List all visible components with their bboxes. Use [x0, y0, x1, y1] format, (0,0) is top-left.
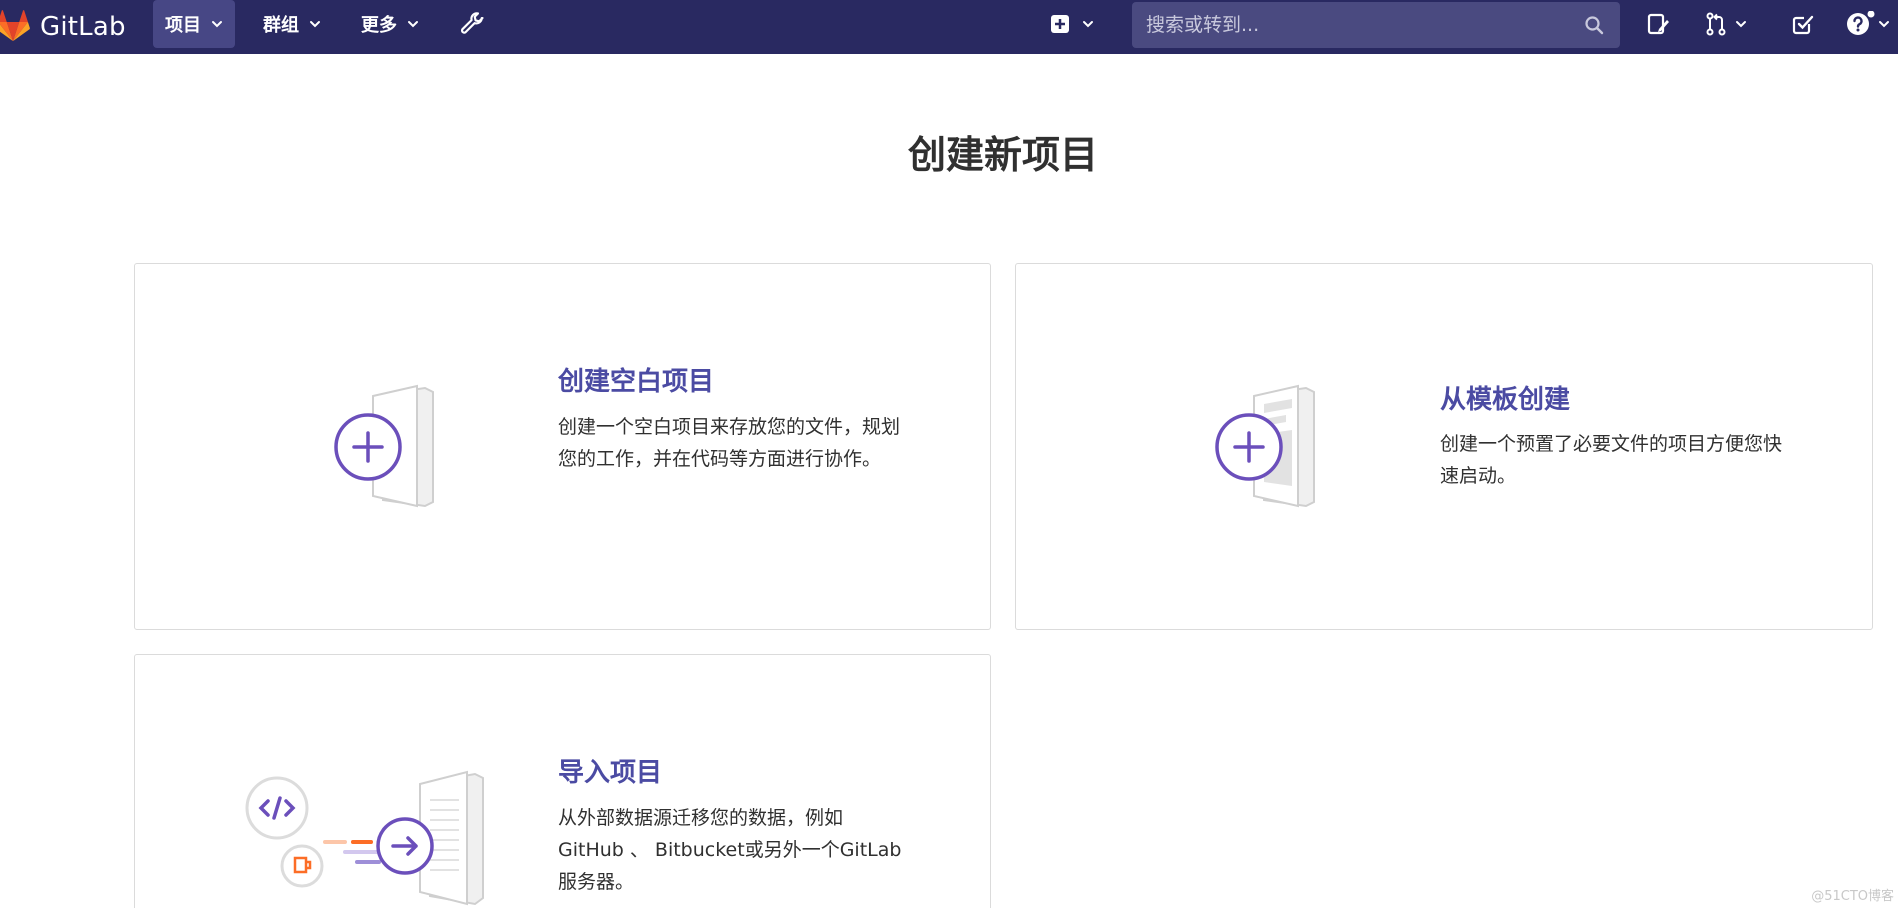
card-title[interactable]: 从模板创建	[1440, 379, 1570, 416]
gitlab-logo-icon	[0, 10, 30, 42]
create-from-template-card[interactable]: 从模板创建 创建一个预置了必要文件的项目方便您快速启动。	[1015, 263, 1873, 630]
chevron-down-icon	[1083, 21, 1093, 28]
chevron-down-icon	[408, 21, 418, 28]
search-icon[interactable]	[1584, 15, 1604, 35]
new-item-dropdown[interactable]	[1050, 12, 1094, 36]
search-box[interactable]	[1132, 2, 1620, 48]
chevron-down-icon	[310, 21, 320, 28]
chevron-down-icon	[1879, 21, 1889, 28]
nav-projects-label: 项目	[165, 15, 201, 36]
top-navbar: GitLab 项目 群组 更多	[0, 0, 1898, 54]
merge-request-icon	[1706, 12, 1726, 36]
nav-projects-dropdown[interactable]: 项目	[153, 0, 235, 48]
card-description: 创建一个空白项目来存放您的文件，规划您的工作，并在代码等方面进行协作。	[558, 416, 901, 470]
import-project-illustration	[245, 770, 484, 906]
admin-area-button[interactable]	[459, 12, 485, 36]
card-title[interactable]: 创建空白项目	[558, 361, 714, 398]
chevron-down-icon	[1736, 21, 1746, 28]
brand[interactable]: GitLab	[0, 0, 126, 54]
nav-more-dropdown[interactable]: 更多	[349, 0, 431, 48]
card-description: 从外部数据源迁移您的数据，例如 GitHub 、 Bitbucket或另外一个G…	[558, 807, 902, 893]
todo-checkbox-icon	[1792, 15, 1814, 35]
issues-button[interactable]	[1646, 12, 1670, 36]
issues-icon	[1647, 13, 1669, 35]
watermark: @51CTO博客	[1811, 889, 1894, 904]
nav-more-label: 更多	[361, 15, 397, 36]
create-blank-project-card[interactable]: 创建空白项目 创建一个空白项目来存放您的文件，规划您的工作，并在代码等方面进行协…	[134, 263, 991, 630]
brand-name: GitLab	[40, 12, 126, 42]
card-description: 创建一个预置了必要文件的项目方便您快速启动。	[1440, 433, 1783, 487]
chevron-down-icon	[212, 21, 222, 28]
merge-requests-dropdown[interactable]	[1705, 12, 1747, 36]
search-input[interactable]	[1132, 2, 1584, 48]
import-project-card[interactable]: 导入项目 从外部数据源迁移您的数据，例如 GitHub 、 Bitbucket或…	[134, 654, 991, 908]
nav-groups-dropdown[interactable]: 群组	[251, 0, 333, 48]
wrench-icon	[460, 12, 484, 34]
help-icon	[1847, 11, 1875, 35]
template-illustration	[1215, 384, 1315, 508]
plus-square-icon	[1051, 15, 1069, 33]
nav-groups-label: 群组	[263, 15, 299, 36]
todos-button[interactable]	[1792, 12, 1814, 36]
blank-project-illustration	[334, 384, 434, 508]
help-dropdown[interactable]	[1846, 11, 1890, 36]
card-title[interactable]: 导入项目	[558, 752, 662, 789]
page-title: 创建新项目	[907, 133, 1098, 177]
